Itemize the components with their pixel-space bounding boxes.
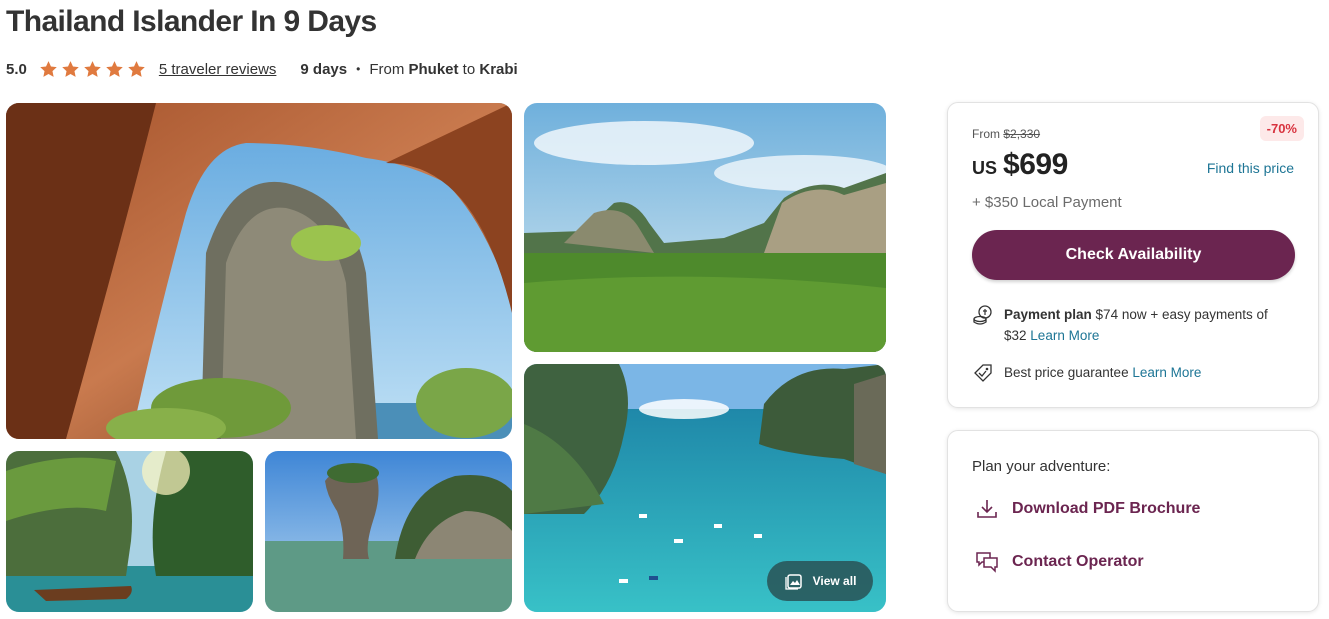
rating-score: 5.0 bbox=[6, 60, 27, 78]
discount-badge: -70% bbox=[1259, 116, 1304, 141]
best-price-text: Best price guarantee Learn More bbox=[1004, 362, 1201, 384]
price-card: From $2,330 -70% US $699 Find this price… bbox=[947, 102, 1319, 408]
view-all-label: View all bbox=[812, 574, 857, 588]
photo-green-valley[interactable] bbox=[524, 103, 886, 352]
star-icon bbox=[62, 60, 79, 77]
coins-icon bbox=[973, 305, 992, 325]
price-amount: $699 bbox=[1003, 148, 1068, 181]
photo-james-bond-island[interactable] bbox=[265, 451, 512, 612]
photo-james-bond-island-image bbox=[265, 451, 512, 612]
star-icon bbox=[128, 60, 145, 77]
meta-separator: • bbox=[356, 62, 361, 76]
current-price: US $699 bbox=[972, 148, 1068, 182]
from-price: From $2,330 bbox=[972, 127, 1040, 141]
star-icon bbox=[84, 60, 101, 77]
photo-green-valley-image bbox=[524, 103, 886, 352]
route-start: Phuket bbox=[408, 60, 459, 78]
best-price-learn-more-link[interactable]: Learn More bbox=[1132, 365, 1201, 380]
tour-duration: 9 days bbox=[300, 60, 348, 78]
download-icon bbox=[977, 500, 997, 518]
route-to-label: to bbox=[462, 60, 476, 78]
best-price-label: Best price guarantee bbox=[1004, 365, 1129, 380]
currency-label: US bbox=[972, 158, 998, 178]
best-price-row: Best price guarantee Learn More bbox=[972, 362, 1201, 384]
star-icon bbox=[40, 60, 57, 77]
check-availability-button[interactable]: Check Availability bbox=[972, 230, 1295, 280]
photo-longtail-boat[interactable] bbox=[6, 451, 253, 612]
tour-route: From Phuket to Krabi bbox=[369, 61, 517, 78]
reviews-link[interactable]: 5 traveler reviews bbox=[159, 61, 277, 78]
tour-meta: 5.0 5 traveler reviews 9 days • From Phu… bbox=[6, 59, 518, 79]
route-end: Krabi bbox=[479, 60, 518, 78]
photo-cave-arch-image bbox=[6, 103, 512, 439]
gallery-icon bbox=[784, 574, 802, 590]
payment-plan-text: Payment plan $74 now + easy payments of … bbox=[1004, 304, 1292, 346]
payment-plan-row: Payment plan $74 now + easy payments of … bbox=[972, 304, 1292, 346]
contact-operator-label: Contact Operator bbox=[1012, 553, 1144, 570]
star-rating bbox=[39, 60, 146, 79]
payment-plan-title: Payment plan bbox=[1004, 307, 1092, 322]
download-brochure-label: Download PDF Brochure bbox=[1012, 500, 1201, 517]
photo-longtail-boat-image bbox=[6, 451, 253, 612]
from-label: From bbox=[972, 127, 1000, 141]
payment-learn-more-link[interactable]: Learn More bbox=[1030, 328, 1099, 343]
chat-bubbles-icon bbox=[976, 552, 998, 573]
find-this-price-link[interactable]: Find this price bbox=[1207, 160, 1294, 176]
download-brochure-link[interactable]: Download PDF Brochure bbox=[974, 496, 1200, 522]
page-title: Thailand Islander In 9 Days bbox=[6, 5, 377, 38]
photo-cave-arch[interactable] bbox=[6, 103, 512, 439]
original-price: $2,330 bbox=[1003, 127, 1041, 141]
local-payment: + $350 Local Payment bbox=[972, 194, 1122, 211]
plan-adventure-card: Plan your adventure: Download PDF Brochu… bbox=[947, 430, 1319, 612]
contact-operator-link[interactable]: Contact Operator bbox=[974, 549, 1144, 575]
plan-title: Plan your adventure: bbox=[972, 458, 1111, 475]
view-all-button[interactable]: View all bbox=[767, 561, 873, 601]
route-from-label: From bbox=[369, 60, 405, 78]
price-tag-check-icon bbox=[974, 364, 992, 382]
star-icon bbox=[106, 60, 123, 77]
